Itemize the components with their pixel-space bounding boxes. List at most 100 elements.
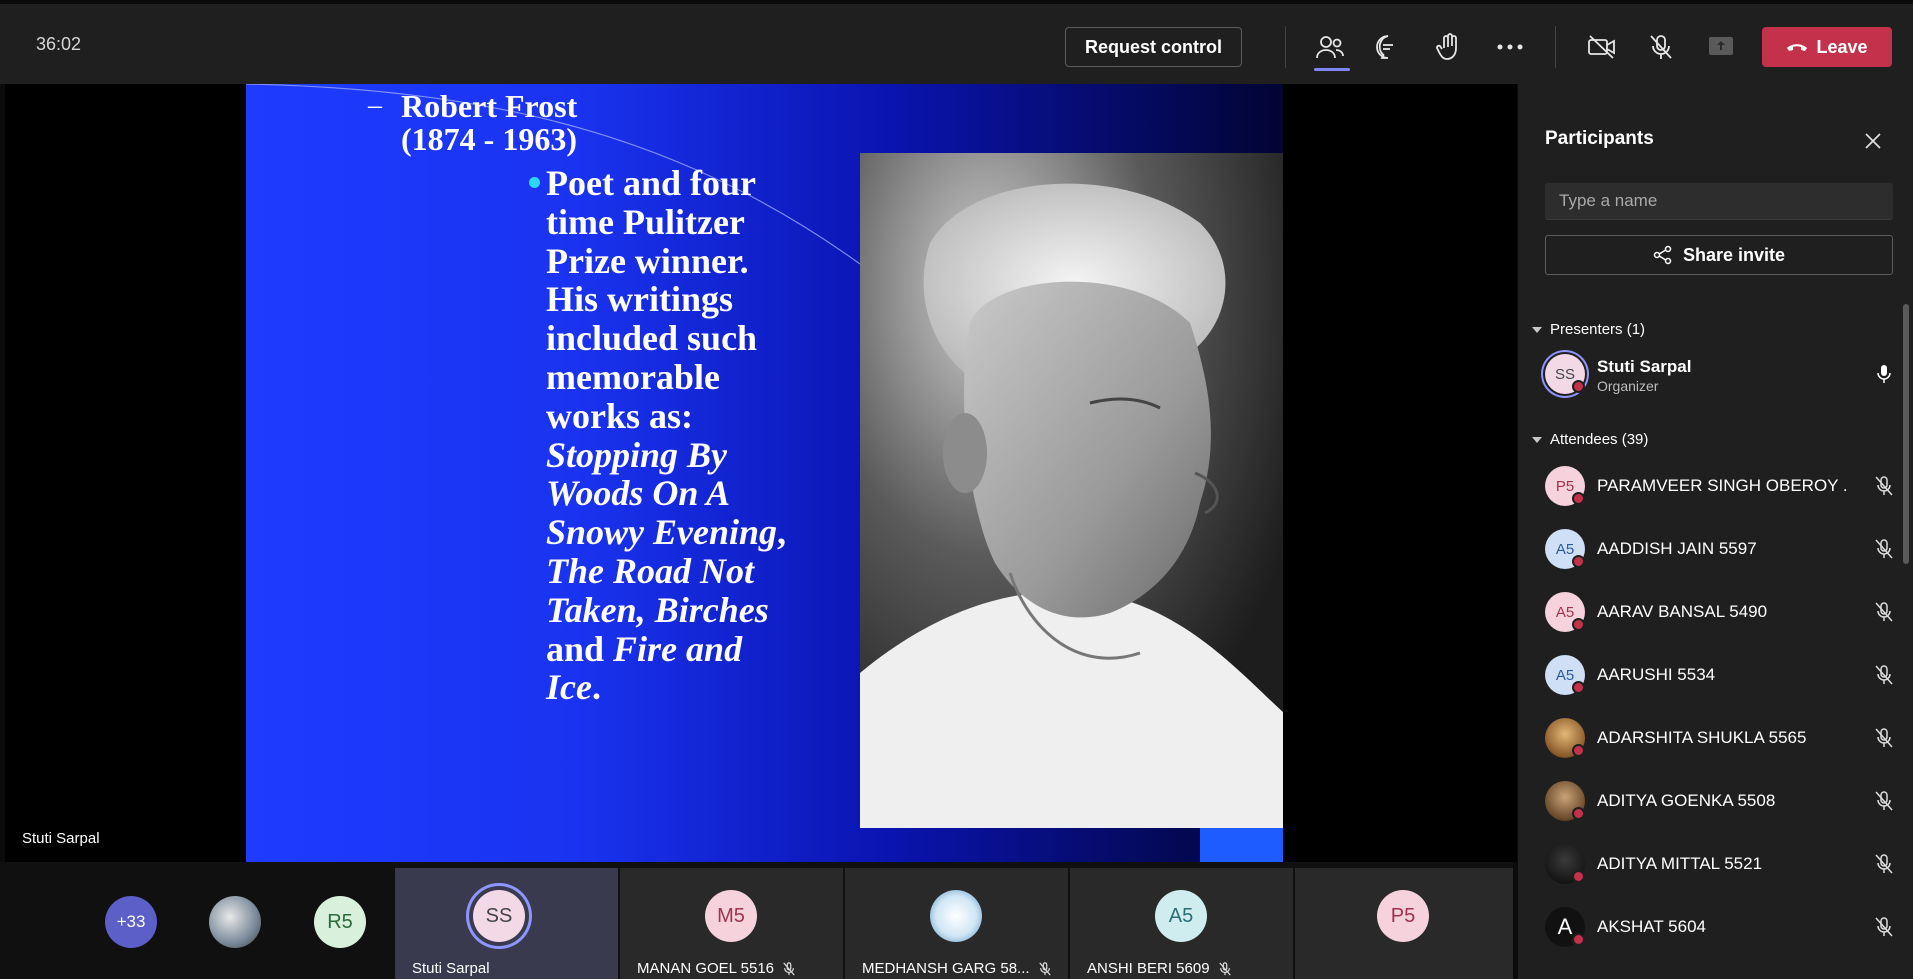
- participant-avatar-p5: P5: [1377, 890, 1429, 942]
- participant-avatar-m5: M5: [705, 890, 757, 942]
- panel-scrollbar[interactable]: [1903, 304, 1909, 564]
- meeting-toolbar: 36:02 Request control Leave: [0, 0, 1913, 84]
- status-badge: [1572, 555, 1585, 568]
- slide-heading: Robert Frost (1874 - 1963): [401, 90, 577, 156]
- participant-name: Stuti Sarpal: [1597, 357, 1692, 376]
- participant-row[interactable]: A AKSHAT 5604: [1545, 903, 1895, 953]
- participant-gallery: +33 R5 SS Stuti Sarpal M5 MANAN GOEL 551…: [0, 862, 1513, 979]
- slide-body-line: Taken, Birches: [546, 590, 846, 630]
- share-invite-button[interactable]: Share invite: [1545, 235, 1893, 275]
- slide-text-punctuation: ,: [777, 512, 787, 553]
- robert-frost-portrait: [860, 153, 1283, 828]
- participant-photo-avatar[interactable]: [209, 896, 261, 948]
- slide-text-italic: Woods On A: [546, 473, 731, 514]
- request-control-button[interactable]: Request control: [1065, 27, 1242, 67]
- participant-row[interactable]: ADITYA GOENKA 5508: [1545, 777, 1895, 827]
- slide-text: His writings: [546, 279, 734, 320]
- slide-body-line: Poet and four: [546, 164, 846, 203]
- slide-text-italic: Stopping By: [546, 434, 728, 475]
- gallery-tile-p5[interactable]: P5: [1295, 868, 1513, 979]
- mic-off-icon[interactable]: [1873, 601, 1895, 623]
- participant-avatar-r5[interactable]: R5: [314, 896, 366, 948]
- slide-text: memorable: [546, 356, 720, 397]
- toolbar-divider: [1555, 26, 1556, 68]
- meeting-timer: 36:02: [36, 34, 82, 54]
- phone-hangup-icon: [1787, 44, 1808, 51]
- status-badge: [1572, 380, 1585, 393]
- status-badge: [1572, 681, 1585, 694]
- mic-off-icon[interactable]: [1873, 538, 1895, 560]
- participant-row[interactable]: ADARSHITA SHUKLA 5565: [1545, 714, 1895, 764]
- slide-body-line: The Road Not: [546, 552, 846, 591]
- raise-hand-icon[interactable]: [1431, 29, 1467, 65]
- slide-heading-name: Robert Frost: [401, 88, 578, 124]
- camera-off-icon[interactable]: [1584, 29, 1620, 65]
- presenters-label: Presenters (1): [1550, 321, 1646, 338]
- leave-button[interactable]: Leave: [1762, 27, 1892, 67]
- participant-row[interactable]: P5 PARAMVEER SINGH OBEROY ...: [1545, 462, 1895, 512]
- slide-body-line: Prize winner.: [546, 240, 846, 281]
- participant-name: AARAV BANSAL 5490: [1597, 602, 1768, 621]
- participant-row[interactable]: A5 AARAV BANSAL 5490: [1545, 588, 1895, 638]
- participant-row-presenter[interactable]: SS Stuti Sarpal Organizer: [1545, 350, 1895, 400]
- share-invite-label: Share invite: [1682, 244, 1786, 265]
- gallery-tile-stuti-sarpal[interactable]: SS Stuti Sarpal: [395, 868, 618, 979]
- participant-search-input[interactable]: [1545, 183, 1893, 220]
- participant-name: ADITYA GOENKA 5508: [1597, 791, 1776, 810]
- status-badge: [1572, 870, 1585, 883]
- mic-off-icon: [1038, 961, 1051, 976]
- mic-off-icon[interactable]: [1873, 790, 1895, 812]
- participant-name: ADITYA MITTAL 5521: [1597, 854, 1763, 873]
- slide-text-italic: Fire and: [613, 628, 743, 669]
- mic-off-icon: [1218, 961, 1231, 976]
- slide-text: time Pulitzer: [546, 201, 745, 242]
- slide-body-line: and Fire and: [546, 628, 846, 669]
- participant-row[interactable]: A5 AADDISH JAIN 5597: [1545, 525, 1895, 575]
- slide-body-line: memorable: [546, 358, 846, 397]
- tile-name: MEDHANSH GARG 58...: [862, 960, 1052, 977]
- slide-text-italic: Snowy Evening: [546, 512, 778, 553]
- slide-bullet-dot: [529, 177, 540, 188]
- participant-avatar-ss: SS: [473, 890, 525, 942]
- participant-name: AADDISH JAIN 5597: [1597, 539, 1757, 558]
- chevron-down-icon: [1532, 436, 1542, 443]
- presenter-name-label: Stuti Sarpal: [22, 830, 100, 847]
- mic-off-icon[interactable]: [1873, 475, 1895, 497]
- share-icon: [1653, 245, 1672, 265]
- share-tray-icon[interactable]: [1703, 29, 1739, 65]
- close-icon[interactable]: [1861, 129, 1885, 153]
- chat-icon[interactable]: [1370, 29, 1406, 65]
- participant-row[interactable]: ADITYA MITTAL 5521: [1545, 840, 1895, 890]
- slide-body-line: Stopping By: [546, 434, 846, 475]
- slide-text: Prize winner.: [546, 240, 749, 281]
- panel-title: Participants: [1545, 128, 1654, 149]
- more-icon[interactable]: [1492, 29, 1528, 65]
- status-badge: [1572, 933, 1585, 946]
- tile-name: Stuti Sarpal: [412, 960, 490, 977]
- presenters-section-toggle[interactable]: Presenters (1): [1532, 321, 1645, 338]
- overflow-participants-button[interactable]: +33: [105, 896, 157, 948]
- slide-body-line: His writings: [546, 280, 846, 319]
- gallery-tile-medhansh-garg[interactable]: MEDHANSH GARG 58...: [845, 868, 1068, 979]
- participant-role: Organizer: [1597, 378, 1659, 394]
- participant-name: ADARSHITA SHUKLA 5565: [1597, 728, 1807, 747]
- people-icon[interactable]: [1312, 29, 1350, 71]
- mic-off-icon[interactable]: [1873, 664, 1895, 686]
- slide-text-punctuation: .: [591, 667, 601, 708]
- participant-row[interactable]: A5 AARUSHI 5534: [1545, 651, 1895, 701]
- gallery-tile-anshi-beri[interactable]: A5 ANSHI BERI 5609: [1070, 868, 1293, 979]
- slide-body-line: included such: [546, 319, 846, 358]
- toolbar-divider: [1285, 26, 1286, 68]
- mic-icon[interactable]: [1873, 363, 1895, 385]
- mic-off-icon[interactable]: [1643, 29, 1679, 65]
- status-badge: [1572, 744, 1585, 757]
- slide-body-line: works as:: [546, 396, 846, 436]
- chevron-down-icon: [1532, 326, 1542, 333]
- mic-off-icon[interactable]: [1873, 853, 1895, 875]
- attendees-section-toggle[interactable]: Attendees (39): [1532, 431, 1648, 448]
- mic-off-icon[interactable]: [1873, 916, 1895, 938]
- mic-off-icon[interactable]: [1873, 727, 1895, 749]
- attendees-label: Attendees (39): [1550, 431, 1649, 448]
- gallery-tile-manan-goel[interactable]: M5 MANAN GOEL 5516: [620, 868, 843, 979]
- slide-text: Poet and four: [546, 163, 756, 203]
